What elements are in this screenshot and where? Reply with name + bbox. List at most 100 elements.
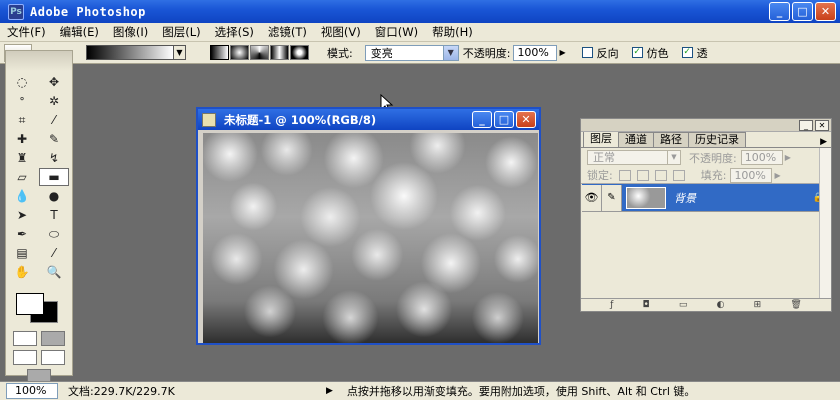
fill-arrow-icon[interactable]: ▶	[774, 171, 780, 180]
options-bar: ▼ 模式: 变亮 ▼ 不透明度: 100% ▶ 反向 ✓ 仿色 ✓ 透	[0, 42, 840, 64]
panel-minimize-button[interactable]: _	[799, 120, 813, 131]
zoom-input[interactable]: 100%	[6, 383, 58, 399]
document-title-bar[interactable]: 未标题-1 @ 100%(RGB/8) _ □ ✕	[198, 109, 539, 130]
new-set-icon[interactable]: ▭	[679, 300, 688, 310]
zoom-tool-icon[interactable]: 🔍	[39, 263, 69, 281]
gradient-preview[interactable]	[86, 45, 174, 60]
minimize-button[interactable]: _	[769, 2, 790, 21]
layer-opacity-input[interactable]: 100%	[740, 150, 783, 165]
layer-row-background[interactable]: 👁 ✎ 背景 🔒	[582, 184, 830, 212]
healing-brush-tool-icon[interactable]: ✚	[7, 130, 37, 148]
eyedropper-tool-icon[interactable]: ⁄	[39, 244, 69, 262]
eraser-tool-icon[interactable]: ▱	[7, 168, 37, 186]
lock-image-icon[interactable]	[636, 169, 649, 181]
tab-paths[interactable]: 路径	[653, 132, 689, 147]
dodge-tool-icon[interactable]: ●	[39, 187, 69, 205]
radial-gradient-icon[interactable]	[230, 45, 249, 60]
transparency-checkbox[interactable]: ✓ 透	[681, 45, 708, 61]
lock-position-icon[interactable]	[654, 169, 667, 181]
status-menu-arrow-icon[interactable]: ▶	[326, 386, 333, 396]
transparency-label: 透	[696, 46, 708, 60]
slice-tool-icon[interactable]: ⁄	[39, 111, 69, 129]
layers-panel-header[interactable]: _ ✕	[581, 119, 831, 132]
eye-icon[interactable]: 👁	[582, 184, 602, 211]
shape-tool-icon[interactable]: ⬭	[39, 225, 69, 243]
gradient-type-group	[210, 45, 309, 60]
menu-edit[interactable]: 编辑(E)	[53, 24, 106, 40]
new-layer-icon[interactable]: ⊞	[754, 300, 762, 310]
fill-input[interactable]: 100%	[730, 167, 773, 183]
screen-mode-full-icon[interactable]	[41, 350, 65, 365]
menu-window[interactable]: 窗口(W)	[368, 24, 425, 40]
brush-tool-icon[interactable]: ✎	[39, 130, 69, 148]
brush-link-icon[interactable]: ✎	[602, 184, 622, 211]
image-canvas[interactable]	[203, 133, 538, 343]
reverse-label: 反向	[596, 46, 619, 60]
pen-tool-icon[interactable]: ✒	[7, 225, 37, 243]
menu-filter[interactable]: 滤镜(T)	[261, 24, 314, 40]
mode-select[interactable]: 变亮 ▼	[364, 44, 459, 61]
menu-image[interactable]: 图像(I)	[106, 24, 155, 40]
adobe-feather-icon[interactable]	[6, 51, 72, 71]
gradient-picker-arrow-icon[interactable]: ▼	[174, 45, 186, 60]
blend-mode-select[interactable]: 正常 ▼	[587, 150, 681, 165]
diamond-gradient-icon[interactable]	[290, 45, 309, 60]
opacity-input[interactable]: 100%	[513, 44, 558, 61]
panel-close-button[interactable]: ✕	[815, 120, 829, 131]
layer-name[interactable]: 背景	[674, 190, 696, 206]
magic-wand-tool-icon[interactable]: ✲	[39, 92, 69, 110]
document-info[interactable]: 文档:229.7K/229.7K	[68, 383, 318, 399]
doc-minimize-button[interactable]: _	[472, 111, 492, 128]
blur-tool-icon[interactable]: 💧	[7, 187, 37, 205]
app-title: Adobe Photoshop	[30, 4, 146, 19]
angle-gradient-icon[interactable]	[250, 45, 269, 60]
document-icon	[202, 112, 216, 127]
quick-mask-mode-icon[interactable]	[41, 331, 65, 346]
dither-checkbox[interactable]: ✓ 仿色	[631, 45, 669, 61]
linear-gradient-icon[interactable]	[210, 45, 229, 60]
add-mask-icon[interactable]: ◘	[643, 300, 650, 310]
path-selection-tool-icon[interactable]: ➤	[7, 206, 37, 224]
tab-layers[interactable]: 图层	[583, 131, 619, 147]
lasso-tool-icon[interactable]: ᐤ	[7, 92, 37, 110]
gradient-tool-icon[interactable]: ▬	[39, 168, 69, 186]
layer-opacity-arrow-icon[interactable]: ▶	[785, 153, 791, 162]
lock-all-icon[interactable]	[672, 169, 685, 181]
type-tool-icon[interactable]: T	[39, 206, 69, 224]
menu-view[interactable]: 视图(V)	[314, 24, 368, 40]
tab-history[interactable]: 历史记录	[688, 132, 746, 147]
doc-maximize-button[interactable]: □	[494, 111, 514, 128]
screen-mode-standard-icon[interactable]	[13, 350, 37, 365]
menu-layer[interactable]: 图层(L)	[155, 24, 207, 40]
layer-style-icon[interactable]: ƒ	[610, 300, 613, 310]
dither-label: 仿色	[646, 46, 669, 60]
doc-close-button[interactable]: ✕	[516, 111, 536, 128]
foreground-color-swatch[interactable]	[16, 293, 44, 315]
clone-stamp-tool-icon[interactable]: ♜	[7, 149, 37, 167]
crop-tool-icon[interactable]: ⌗	[7, 111, 37, 129]
status-message: 点按并拖移以用渐变填充。要用附加选项，使用 Shift、Alt 和 Ctrl 键…	[346, 385, 696, 398]
menu-file[interactable]: 文件(F)	[0, 24, 53, 40]
marquee-tool-icon[interactable]: ◌	[7, 73, 37, 91]
maximize-button[interactable]: □	[792, 2, 813, 21]
lock-label: 锁定:	[587, 169, 613, 182]
layers-scrollbar[interactable]	[819, 148, 831, 298]
delete-layer-icon[interactable]: 🗑	[790, 300, 801, 310]
color-swatches	[12, 287, 72, 327]
panel-menu-arrow-icon[interactable]: ▶	[820, 137, 827, 147]
tab-channels[interactable]: 通道	[618, 132, 654, 147]
standard-mode-icon[interactable]	[13, 331, 37, 346]
notes-tool-icon[interactable]: ▤	[7, 244, 37, 262]
lock-transparency-icon[interactable]	[618, 169, 631, 181]
opacity-slider-arrow-icon[interactable]: ▶	[559, 48, 565, 57]
document-title: 未标题-1 @ 100%(RGB/8)	[224, 112, 377, 127]
move-tool-icon[interactable]: ✥	[39, 73, 69, 91]
menu-help[interactable]: 帮助(H)	[425, 24, 480, 40]
close-button[interactable]: ✕	[815, 2, 836, 21]
history-brush-tool-icon[interactable]: ↯	[39, 149, 69, 167]
menu-select[interactable]: 选择(S)	[208, 24, 261, 40]
hand-tool-icon[interactable]: ✋	[7, 263, 37, 281]
reflected-gradient-icon[interactable]	[270, 45, 289, 60]
adjustment-layer-icon[interactable]: ◐	[717, 300, 725, 310]
reverse-checkbox[interactable]: 反向	[581, 45, 619, 61]
